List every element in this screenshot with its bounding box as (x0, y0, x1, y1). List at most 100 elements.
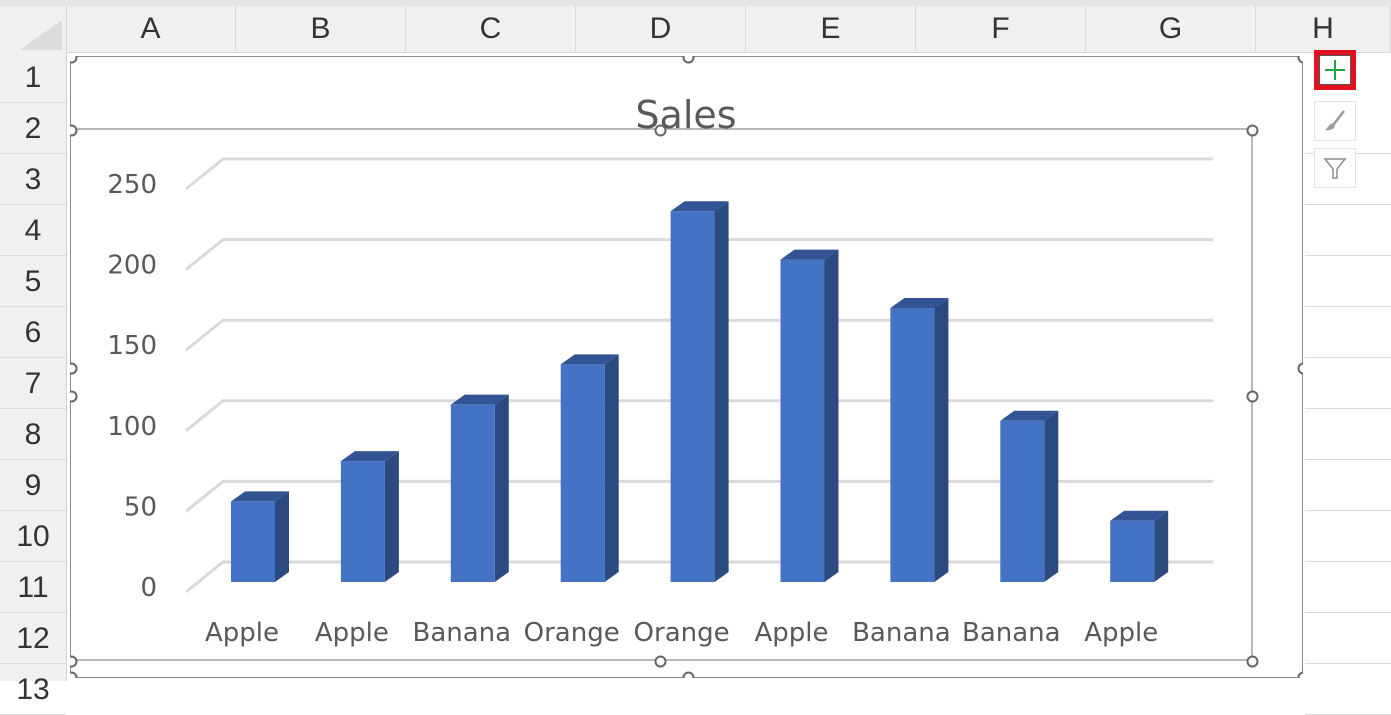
bar-front-face[interactable] (340, 460, 385, 582)
bar-side-face (824, 249, 838, 582)
column-header-c[interactable]: C (406, 6, 576, 52)
plus-icon (1325, 60, 1345, 80)
bar-front-face[interactable] (780, 259, 824, 582)
chart-styles-button[interactable] (1314, 101, 1356, 141)
cell-gridline (1305, 357, 1391, 358)
resize-handle[interactable] (1297, 55, 1303, 63)
x-tick-label: Apple (204, 618, 278, 648)
row-header-12[interactable]: 12 (0, 613, 66, 664)
bar[interactable] (450, 394, 509, 582)
bar-front-face[interactable] (999, 420, 1044, 582)
funnel-icon (1323, 158, 1347, 179)
y-tick-label: 100 (107, 411, 157, 441)
column-header-e[interactable]: E (746, 6, 916, 52)
x-tick-label: Orange (633, 618, 729, 648)
resize-handle[interactable] (682, 671, 694, 678)
chart-elements-button[interactable] (1314, 50, 1356, 90)
bar[interactable] (670, 200, 729, 582)
bar-front-face[interactable] (230, 500, 275, 582)
resize-handle[interactable] (1246, 655, 1258, 667)
column-header-g[interactable]: G (1086, 6, 1256, 52)
chart-title[interactable]: Sales (635, 93, 736, 137)
row-header-13[interactable]: 13 (0, 664, 66, 715)
bar[interactable] (780, 249, 838, 582)
bar[interactable] (1109, 510, 1168, 582)
resize-handle[interactable] (654, 655, 666, 667)
resize-handle[interactable] (1246, 124, 1258, 136)
bar-front-face[interactable] (889, 307, 934, 582)
bar-front-face[interactable] (450, 404, 495, 582)
resize-handle[interactable] (69, 124, 77, 136)
chart-area[interactable]: Sales 0 50 100 150 200 250 Apple Apple Banana Or… (69, 55, 1303, 678)
cell-gridline (1305, 459, 1391, 460)
gridline (184, 157, 1213, 190)
x-axis-ticks: Apple Apple Banana Orange Orange Apple Banana B… (204, 618, 1157, 648)
x-tick-label: Apple (1084, 618, 1158, 648)
y-tick-label: 50 (123, 492, 156, 522)
y-tick-label: 150 (107, 331, 157, 361)
resize-handle[interactable] (69, 390, 77, 402)
x-tick-label: Orange (523, 618, 619, 648)
column-header-b[interactable]: B (236, 6, 406, 52)
column-header-f[interactable]: F (916, 6, 1086, 52)
paintbrush-icon (1325, 110, 1345, 131)
row-header-7[interactable]: 7 (0, 358, 66, 409)
bar-series (230, 200, 1168, 582)
column-header-d[interactable]: D (576, 6, 746, 52)
bar-front-face[interactable] (670, 210, 715, 582)
row-header-2[interactable]: 2 (0, 103, 66, 154)
bar-side-face (604, 353, 619, 582)
cell-gridline (1305, 510, 1391, 511)
cell-gridline (1305, 204, 1391, 205)
bar[interactable] (889, 297, 948, 582)
column-header-a[interactable]: A (66, 6, 236, 52)
bar-side-face (274, 490, 289, 582)
x-tick-label: Banana (962, 618, 1061, 648)
chart-canvas[interactable]: Sales 0 50 100 150 200 250 Apple Apple Banana Or… (69, 55, 1303, 678)
row-header-4[interactable]: 4 (0, 205, 66, 256)
bar[interactable] (560, 353, 619, 582)
x-tick-label: Apple (754, 618, 828, 648)
x-tick-label: Banana (852, 618, 951, 648)
bar-side-face (1043, 410, 1058, 582)
row-header-6[interactable]: 6 (0, 307, 66, 358)
resize-handle[interactable] (1297, 671, 1303, 678)
resize-handle[interactable] (1297, 362, 1303, 374)
cell-gridline (1305, 612, 1391, 613)
resize-handle[interactable] (69, 671, 77, 678)
resize-handle[interactable] (1246, 390, 1258, 402)
resize-handle[interactable] (69, 55, 77, 63)
column-header-h[interactable]: H (1256, 6, 1391, 52)
resize-handle[interactable] (654, 124, 666, 136)
chart-filters-button[interactable] (1314, 148, 1356, 188)
y-tick-label: 0 (140, 573, 157, 603)
bar-side-face (494, 394, 509, 582)
bar-front-face[interactable] (1109, 520, 1154, 582)
x-tick-label: Banana (412, 618, 511, 648)
cell-gridline (1305, 408, 1391, 409)
cell-gridline (1305, 255, 1391, 256)
x-tick-label: Apple (314, 618, 388, 648)
row-header-3[interactable]: 3 (0, 154, 66, 205)
row-header-5[interactable]: 5 (0, 256, 66, 307)
bar[interactable] (340, 450, 399, 582)
row-header-1[interactable]: 1 (0, 52, 66, 103)
bar[interactable] (999, 410, 1058, 582)
bar-front-face[interactable] (560, 363, 605, 582)
bar[interactable] (230, 490, 289, 582)
resize-handle[interactable] (682, 55, 694, 63)
row-header-11[interactable]: 11 (0, 562, 66, 613)
row-header-8[interactable]: 8 (0, 409, 66, 460)
select-all-corner[interactable] (0, 6, 67, 52)
bar-side-face (1153, 510, 1168, 582)
y-tick-label: 200 (107, 250, 157, 280)
resize-handle[interactable] (69, 362, 77, 374)
row-header-9[interactable]: 9 (0, 460, 66, 511)
row-header-10[interactable]: 10 (0, 511, 66, 562)
bar-side-face (714, 200, 729, 582)
select-all-triangle (20, 20, 62, 50)
resize-handle[interactable] (69, 655, 77, 667)
y-axis-ticks: 0 50 100 150 200 250 (107, 170, 157, 603)
bar-side-face (384, 450, 399, 582)
y-tick-label: 250 (107, 170, 157, 200)
